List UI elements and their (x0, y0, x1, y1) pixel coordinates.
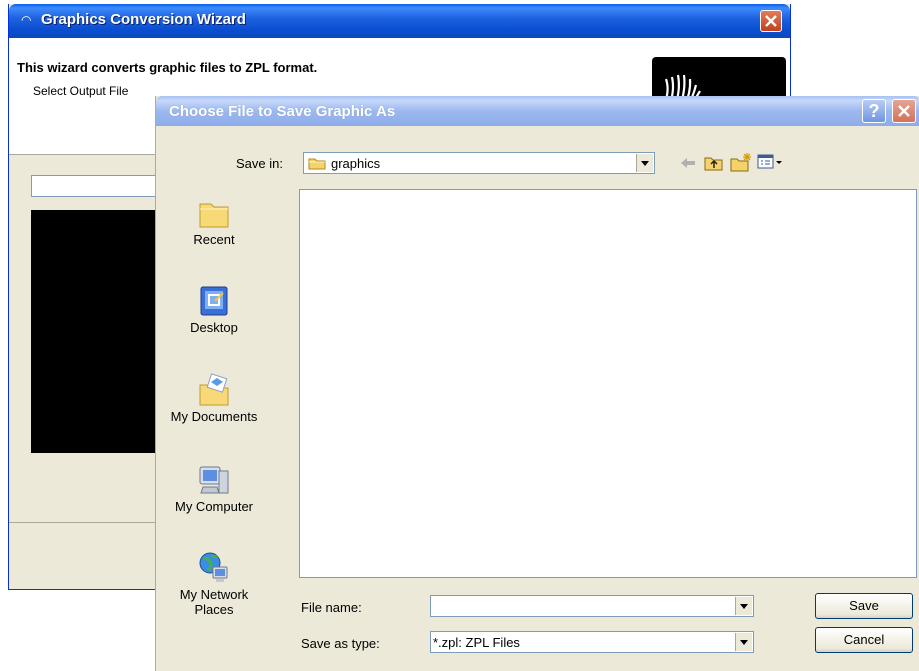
place-desktop[interactable]: Desktop (160, 284, 268, 335)
views-menu-icon[interactable] (757, 154, 783, 170)
close-icon (765, 15, 777, 27)
wizard-title: Graphics Conversion Wizard (41, 11, 246, 28)
dialog-title-bar[interactable]: Choose File to Save Graphic As ? (156, 96, 919, 126)
save-in-combo[interactable]: graphics (303, 152, 655, 174)
new-folder-icon[interactable] (730, 152, 752, 172)
wizard-app-icon: ◠ (21, 13, 32, 27)
save-as-type-label: Save as type: (301, 636, 380, 651)
back-icon[interactable] (679, 156, 697, 170)
save-in-dropdown-button[interactable] (636, 154, 653, 172)
save-in-label: Save in: (236, 156, 283, 171)
place-recent-label: Recent (193, 232, 235, 247)
my-documents-icon (199, 373, 229, 406)
dialog-title: Choose File to Save Graphic As (169, 103, 396, 120)
chevron-down-icon (641, 161, 649, 166)
cancel-button[interactable]: Cancel (815, 627, 913, 653)
file-name-combo[interactable] (430, 595, 754, 617)
folder-icon (308, 158, 326, 170)
save-as-type-value: *.zpl: ZPL Files (433, 635, 520, 650)
my-computer-icon (199, 466, 229, 494)
file-list-view[interactable] (299, 189, 917, 578)
help-button[interactable]: ? (862, 99, 886, 123)
place-desktop-label: Desktop (190, 320, 238, 335)
save-in-value: graphics (331, 156, 381, 171)
place-my-network-places[interactable]: My Network Places (160, 551, 268, 617)
save-as-type-combo[interactable]: *.zpl: ZPL Files (430, 631, 754, 653)
wizard-title-bar[interactable]: ◠ Graphics Conversion Wizard (9, 4, 790, 38)
save-as-type-dropdown-button[interactable] (735, 633, 752, 651)
wizard-close-button[interactable] (760, 10, 782, 32)
my-network-places-icon (199, 552, 228, 582)
file-name-dropdown-button[interactable] (735, 597, 752, 615)
place-my-network-places-label: My Network Places (179, 587, 249, 617)
up-folder-icon[interactable] (704, 154, 724, 172)
wizard-subheading: Select Output File (33, 84, 129, 98)
dialog-close-button[interactable] (892, 99, 916, 123)
recent-icon (199, 203, 229, 228)
place-my-documents-label: My Documents (170, 409, 258, 424)
close-icon (898, 105, 910, 117)
wizard-heading: This wizard converts graphic files to ZP… (17, 60, 318, 75)
save-button[interactable]: Save (815, 593, 913, 619)
place-recent[interactable]: Recent (160, 196, 268, 247)
file-name-label: File name: (301, 600, 362, 615)
chevron-down-icon (740, 640, 748, 645)
place-my-computer[interactable]: My Computer (160, 463, 268, 514)
chevron-down-icon (740, 604, 748, 609)
place-my-documents[interactable]: My Documents (160, 373, 268, 424)
place-my-computer-label: My Computer (174, 499, 254, 514)
save-graphic-dialog: Choose File to Save Graphic As ? Save in… (155, 96, 919, 671)
desktop-icon (200, 286, 228, 316)
